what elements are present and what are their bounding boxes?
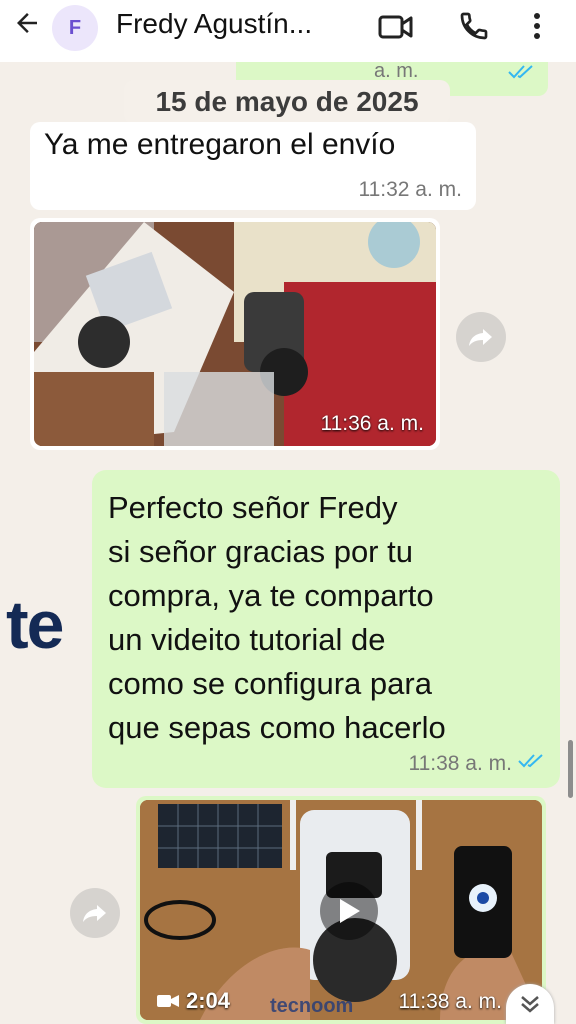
outgoing-video-message[interactable]: tecnoom 2:04 11:38 a. m. xyxy=(136,796,546,1024)
read-receipt-icon xyxy=(518,753,546,774)
incoming-image-message[interactable]: 11:36 a. m. xyxy=(30,218,440,450)
chat-header: F Fredy Agustín... xyxy=(0,0,576,62)
video-duration: 2:04 xyxy=(156,988,230,1014)
image-time: 11:36 a. m. xyxy=(320,412,424,435)
duration-text: 2:04 xyxy=(186,988,231,1013)
video-call-icon[interactable] xyxy=(378,12,414,47)
message-time: 11:32 a. m. xyxy=(358,178,462,201)
video-time: 11:38 a. m. xyxy=(398,990,502,1013)
video-watermark: tecnoom xyxy=(270,995,354,1017)
message-text: Perfecto señor Fredy si señor gracias po… xyxy=(108,490,446,745)
forward-icon xyxy=(469,329,492,346)
watermark-text: te xyxy=(6,587,64,663)
message-time: 11:38 a. m. xyxy=(408,752,512,775)
video-thumbnail[interactable]: tecnoom 2:04 11:38 a. m. xyxy=(140,800,542,1020)
avatar[interactable]: F xyxy=(52,5,98,51)
scrollbar-thumb[interactable] xyxy=(568,740,573,798)
contact-name[interactable]: Fredy Agustín... xyxy=(116,8,312,40)
incoming-message[interactable]: Ya me entregaron el envío 11:32 a. m. xyxy=(30,122,476,210)
scroll-to-bottom-button[interactable] xyxy=(506,984,554,1024)
back-arrow-icon[interactable] xyxy=(12,8,42,46)
forward-button[interactable] xyxy=(70,888,120,938)
forward-button[interactable] xyxy=(456,312,506,362)
play-icon xyxy=(340,899,360,923)
message-text: Ya me entregaron el envío xyxy=(44,128,396,161)
read-receipt-icon xyxy=(508,64,536,85)
chevron-double-down-icon xyxy=(521,996,539,1013)
phone-icon[interactable] xyxy=(458,10,490,47)
date-separator: 15 de mayo de 2025 xyxy=(124,80,450,124)
more-vert-icon[interactable] xyxy=(530,10,544,47)
forward-icon xyxy=(83,905,106,922)
outgoing-message[interactable]: Perfecto señor Fredy si señor gracias po… xyxy=(92,470,560,788)
play-button[interactable] xyxy=(320,882,378,940)
video-camera-icon xyxy=(157,995,179,1007)
package-photo[interactable]: 11:36 a. m. xyxy=(34,222,436,446)
